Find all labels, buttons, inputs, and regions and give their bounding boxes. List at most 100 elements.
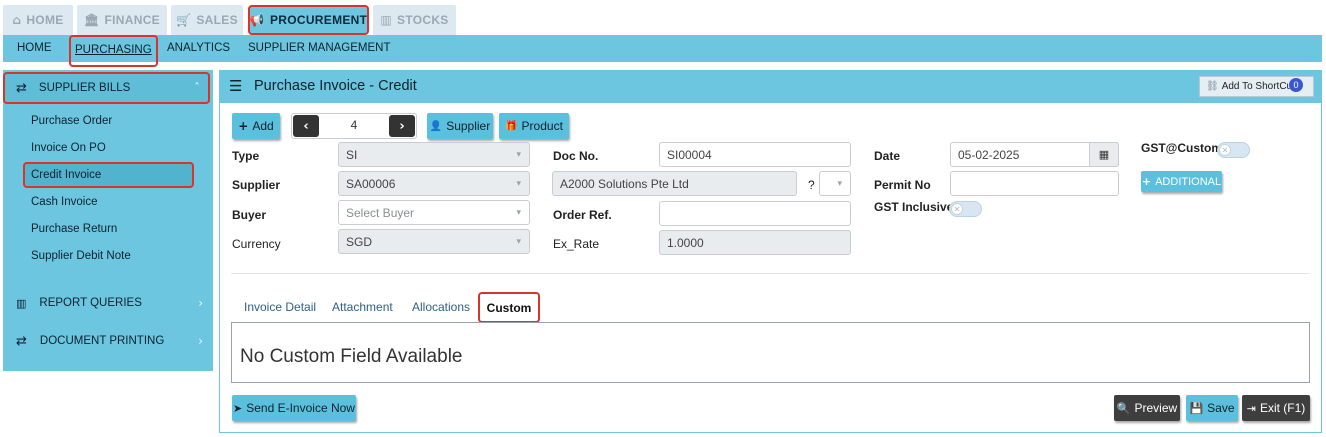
top-tab-stocks-label: STOCKS <box>397 13 449 27</box>
permit-label: Permit No <box>874 178 931 192</box>
tab-custom[interactable]: Custom <box>478 292 540 323</box>
chevron-up-icon: ˆ <box>194 81 200 95</box>
close-icon: ✕ <box>1219 144 1231 156</box>
preview-label: Preview <box>1134 401 1178 415</box>
buyer-placeholder: Select Buyer <box>346 205 415 220</box>
exit-button[interactable]: ⇥ Exit (F1) <box>1242 395 1310 421</box>
sidebar-item-purchase-return[interactable]: Purchase Return <box>31 223 117 235</box>
bank-icon: 🏛 <box>84 13 100 27</box>
top-tab-procurement[interactable]: 📢 PROCUREMENT <box>248 5 369 35</box>
product-button-label: Product <box>521 119 563 133</box>
tab-attachment[interactable]: Attachment <box>332 300 393 314</box>
orderref-input[interactable] <box>659 201 851 226</box>
docno-input[interactable]: SI00004 <box>659 142 851 167</box>
add-button-label: Add <box>252 119 274 133</box>
send-icon: ➤ <box>233 401 243 415</box>
sub-nav-analytics[interactable]: ANALYTICS <box>167 35 230 62</box>
sidebar-item-purchase-order[interactable]: Purchase Order <box>31 115 112 127</box>
search-icon: 🔍 <box>1116 401 1131 415</box>
sidebar-section-document-printing-label: DOCUMENT PRINTING <box>39 335 165 347</box>
megaphone-icon: 📢 <box>249 13 265 27</box>
date-label: Date <box>874 149 901 163</box>
currency-value: SGD <box>346 234 373 249</box>
top-tab-home[interactable]: ⌂ HOME <box>3 5 73 35</box>
sign-out-icon: ⇥ <box>1246 401 1256 415</box>
date-value: 05-02-2025 <box>958 147 1020 162</box>
additional-button[interactable]: + ADDITIONAL <box>1141 171 1222 192</box>
shortcut-badge: 0 <box>1289 78 1303 92</box>
permit-input[interactable] <box>950 171 1119 196</box>
caret-down-icon: ▾ <box>516 178 521 189</box>
sidebar-section-document-printing[interactable]: ⇄ DOCUMENT PRINTING › <box>3 327 213 355</box>
send-einvoice-label: Send E-Invoice Now <box>246 401 355 415</box>
product-button[interactable]: 🎁 Product <box>499 113 569 139</box>
type-label: Type <box>232 149 260 163</box>
chevron-right-icon: › <box>198 334 203 348</box>
save-label: Save <box>1207 401 1235 415</box>
exrate-label: Ex_Rate <box>553 237 600 251</box>
buyer-select[interactable]: Select Buyer ▾ <box>338 200 530 225</box>
sidebar-item-credit-invoice[interactable]: Credit Invoice <box>23 162 194 188</box>
sub-nav-purchasing[interactable]: PURCHASING <box>69 35 158 67</box>
supplier-select[interactable]: SA00006 ▾ <box>338 171 530 196</box>
supplier-button[interactable]: 👤 Supplier <box>427 113 493 139</box>
tab-allocations[interactable]: Allocations <box>412 300 470 314</box>
type-value: SI <box>346 147 358 162</box>
gst-custom-toggle[interactable]: ✕ <box>1217 142 1250 158</box>
exit-label: Exit (F1) <box>1259 401 1306 415</box>
plus-icon: + <box>238 119 249 133</box>
save-button[interactable]: 💾 Save <box>1186 395 1238 421</box>
supplier-label: Supplier <box>232 178 281 192</box>
caret-down-icon: ▾ <box>837 178 842 189</box>
supplier-name-field: A2000 Solutions Pte Ltd <box>552 171 797 196</box>
sidebar-section-supplier-bills-label: SUPPLIER BILLS <box>38 82 131 94</box>
top-tab-home-label: HOME <box>26 13 64 27</box>
supplier-extra-select[interactable]: ▾ <box>819 171 851 196</box>
sidebar-item-credit-invoice-label: Credit Invoice <box>31 169 102 181</box>
sub-nav-home[interactable]: HOME <box>17 35 52 62</box>
add-button[interactable]: + Add <box>232 113 280 139</box>
supplier-button-label: Supplier <box>446 119 491 133</box>
type-select[interactable]: SI ▾ <box>338 142 530 167</box>
sidebar-section-report-queries-label: REPORT QUERIES <box>39 297 142 309</box>
sidebar-section-report-queries[interactable]: ▥ REPORT QUERIES › <box>3 289 213 317</box>
shortcut-label: Add To ShortCut <box>1221 81 1295 92</box>
link-icon: ⛓ <box>1206 81 1219 92</box>
sub-nav-supplier-management[interactable]: SUPPLIER MANAGEMENT <box>248 35 391 62</box>
top-tab-stocks[interactable]: ▥ STOCKS <box>373 5 456 35</box>
top-tab-sales[interactable]: 🛒 SALES <box>171 5 243 35</box>
chevron-right-icon: › <box>399 118 405 134</box>
gst-custom-label: GST@Custom <box>1141 141 1223 155</box>
sidebar-section-supplier-bills[interactable]: ⇄ SUPPLIER BILLS ˆ <box>3 72 210 104</box>
menu-icon[interactable]: ☰ <box>229 77 242 95</box>
currency-label: Currency <box>232 237 281 251</box>
section-divider <box>231 273 1310 274</box>
user-icon: 👤 <box>429 120 443 132</box>
tab-invoice-detail[interactable]: Invoice Detail <box>244 300 316 314</box>
buyer-label: Buyer <box>232 208 267 222</box>
send-einvoice-button[interactable]: ➤ Send E-Invoice Now <box>232 395 356 421</box>
sidebar-item-invoice-on-po[interactable]: Invoice On PO <box>31 142 106 154</box>
page-title: Purchase Invoice - Credit <box>254 78 417 94</box>
exrate-input[interactable]: 1.0000 <box>659 230 851 255</box>
caret-down-icon: ▾ <box>516 207 521 218</box>
sidebar-item-cash-invoice[interactable]: Cash Invoice <box>31 196 97 208</box>
gst-inclusive-toggle[interactable]: ✕ <box>949 201 982 217</box>
calendar-button[interactable]: ▦ <box>1089 142 1119 167</box>
sidebar-item-supplier-debit-note[interactable]: Supplier Debit Note <box>31 250 131 262</box>
previous-record-button[interactable]: ‹ <box>293 115 319 137</box>
home-icon: ⌂ <box>12 13 22 27</box>
currency-select[interactable]: SGD ▾ <box>338 229 530 254</box>
next-record-button[interactable]: › <box>389 115 415 137</box>
caret-down-icon: ▾ <box>516 149 521 160</box>
additional-button-label: ADDITIONAL <box>1155 175 1222 188</box>
no-custom-field-message: No Custom Field Available <box>240 346 463 367</box>
top-tab-procurement-label: PROCUREMENT <box>269 13 368 27</box>
preview-button[interactable]: 🔍 Preview <box>1114 395 1180 421</box>
top-tab-finance[interactable]: 🏛 FINANCE <box>77 5 167 35</box>
transfer-icon: ⇄ <box>16 80 27 96</box>
question-mark-label: ? <box>808 178 815 192</box>
record-number-input[interactable]: 4 <box>319 113 389 139</box>
docno-label: Doc No. <box>553 149 599 163</box>
transfer-icon: ⇄ <box>16 333 27 349</box>
